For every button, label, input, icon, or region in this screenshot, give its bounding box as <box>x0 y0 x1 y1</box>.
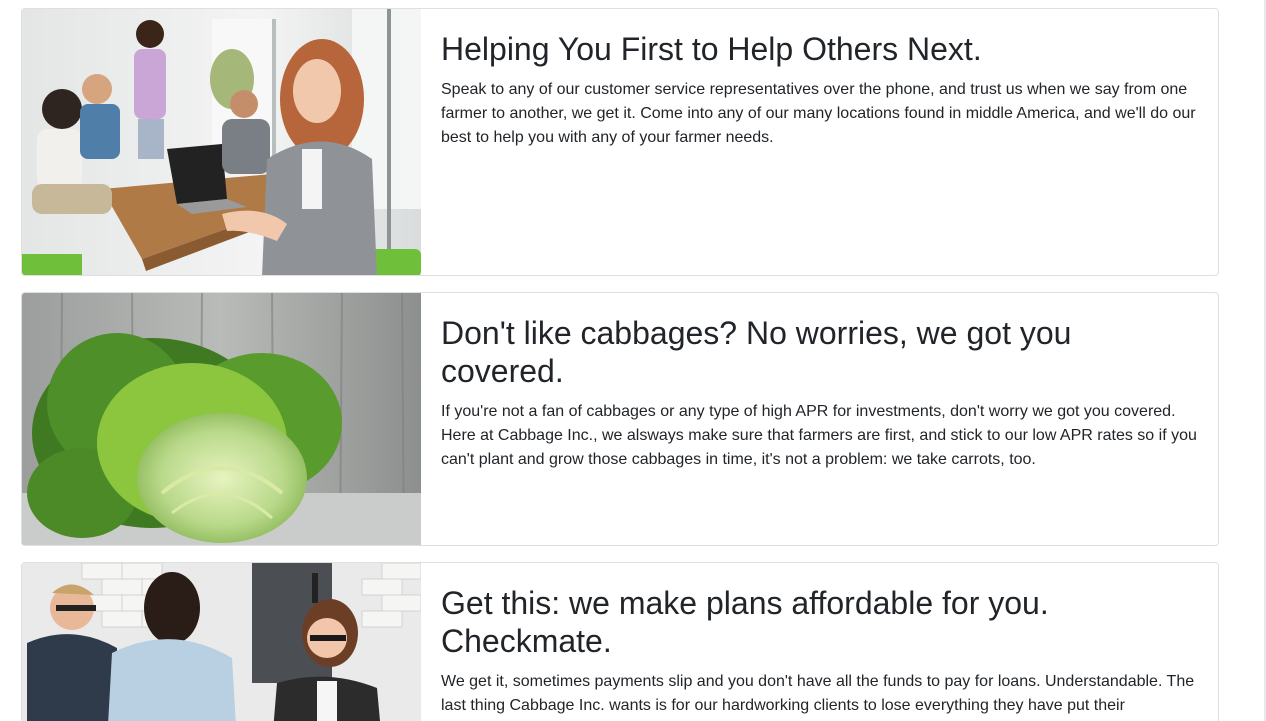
card-body-3: Get this: we make plans affordable for y… <box>441 563 1198 718</box>
feature-card-3: Get this: we make plans affordable for y… <box>21 562 1219 721</box>
card-title: Get this: we make plans affordable for y… <box>441 585 1049 659</box>
card-body-1: Helping You First to Help Others Next. S… <box>441 9 1198 150</box>
feature-card-1: Helping You First to Help Others Next. S… <box>21 8 1219 276</box>
feature-card-2: Don't like cabbages? No worries, we got … <box>21 292 1219 546</box>
card-title: Helping You First to Help Others Next. <box>441 31 982 67</box>
cabbage-photo <box>22 293 421 545</box>
card-text: If you're not a fan of cabbages or any t… <box>441 403 1197 468</box>
card-body-2: Don't like cabbages? No worries, we got … <box>441 293 1198 472</box>
team-meeting-photo <box>22 9 421 275</box>
handshake-photo <box>22 563 421 721</box>
card-text: Speak to any of our customer service rep… <box>441 81 1196 146</box>
card-text: We get it, sometimes payments slip and y… <box>441 673 1195 714</box>
card-title: Don't like cabbages? No worries, we got … <box>441 315 1072 389</box>
